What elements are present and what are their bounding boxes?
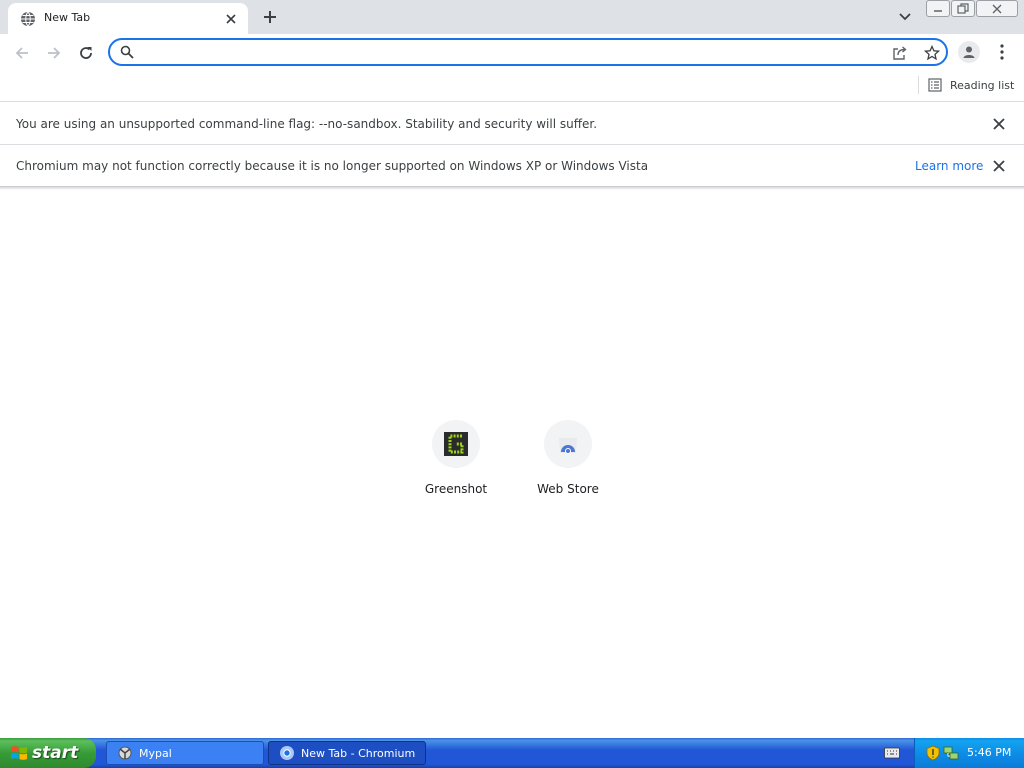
restore-button[interactable] bbox=[951, 0, 975, 17]
web-store-icon bbox=[559, 438, 577, 454]
taskbar-item-label: Mypal bbox=[139, 746, 172, 760]
window-close-button[interactable] bbox=[976, 0, 1018, 17]
start-button[interactable]: start bbox=[0, 738, 96, 768]
infobar-close-button[interactable] bbox=[990, 115, 1008, 133]
reading-list-icon bbox=[928, 78, 942, 92]
back-button[interactable] bbox=[10, 41, 34, 65]
tab-close-button[interactable] bbox=[222, 10, 240, 28]
reload-icon bbox=[80, 47, 92, 59]
shortcut-label: Web Store bbox=[537, 482, 599, 496]
system-tray: 5:46 PM bbox=[914, 738, 1024, 768]
infobar-message: Chromium may not function correctly beca… bbox=[16, 159, 649, 173]
profile-button[interactable] bbox=[958, 41, 980, 63]
new-tab-button[interactable] bbox=[258, 6, 282, 28]
infobar-close-button[interactable] bbox=[990, 157, 1008, 175]
shortcut-greenshot[interactable]: Greenshot bbox=[408, 418, 504, 514]
chromium-icon bbox=[280, 746, 294, 760]
mypal-icon bbox=[118, 746, 132, 760]
taskbar-item-label: New Tab - Chromium bbox=[301, 746, 416, 760]
infobar-message: You are using an unsupported command-lin… bbox=[16, 117, 598, 131]
minimize-button[interactable] bbox=[926, 0, 950, 17]
toolbar bbox=[0, 34, 1024, 70]
bookmark-star-button[interactable] bbox=[922, 43, 942, 63]
star-icon bbox=[924, 45, 940, 61]
minimize-icon bbox=[934, 9, 942, 12]
tab-strip: New Tab bbox=[0, 0, 1024, 34]
restore-icon bbox=[957, 3, 969, 14]
globe-icon bbox=[21, 11, 35, 27]
taskbar-item-chromium[interactable]: New Tab - Chromium bbox=[268, 741, 426, 765]
shortcut-icon-container bbox=[544, 420, 592, 468]
taskbar-item-mypal[interactable]: Mypal bbox=[106, 741, 264, 765]
start-label: start bbox=[32, 743, 79, 763]
omnibox-input[interactable] bbox=[142, 43, 882, 61]
infobar-no-sandbox: You are using an unsupported command-lin… bbox=[0, 103, 1024, 145]
close-icon bbox=[992, 4, 1002, 13]
avatar-icon bbox=[963, 46, 975, 58]
close-icon bbox=[993, 118, 1005, 130]
arrow-right-icon bbox=[48, 47, 61, 59]
kebab-menu-icon bbox=[1000, 44, 1004, 60]
forward-button[interactable] bbox=[42, 41, 66, 65]
close-icon bbox=[993, 160, 1005, 172]
tab-search-button[interactable] bbox=[894, 7, 916, 27]
plus-icon bbox=[264, 11, 276, 23]
clock[interactable]: 5:46 PM bbox=[967, 746, 1011, 759]
search-icon bbox=[120, 45, 134, 59]
chevron-down-icon bbox=[899, 13, 911, 21]
share-button[interactable] bbox=[890, 43, 910, 63]
taskbar: start Mypal New Tab - Chromium 5:46 PM bbox=[0, 738, 1024, 768]
shortcut-label: Greenshot bbox=[424, 482, 488, 496]
security-shield-icon[interactable] bbox=[925, 745, 941, 761]
bookmarks-bar: Reading list bbox=[0, 70, 1024, 102]
bookmarks-divider bbox=[918, 76, 919, 94]
menu-button[interactable] bbox=[992, 41, 1012, 63]
infobar-unsupported-os: Chromium may not function correctly beca… bbox=[0, 145, 1024, 187]
keyboard-icon[interactable] bbox=[884, 746, 900, 760]
window-controls bbox=[926, 0, 1018, 18]
reload-button[interactable] bbox=[74, 41, 98, 65]
shortcut-icon-container bbox=[432, 420, 480, 468]
arrow-left-icon bbox=[15, 47, 28, 59]
tab-new-tab[interactable]: New Tab bbox=[8, 3, 248, 34]
greenshot-icon bbox=[444, 432, 468, 456]
close-icon bbox=[226, 14, 236, 24]
reading-list-label: Reading list bbox=[950, 78, 1015, 92]
omnibox[interactable] bbox=[108, 38, 948, 66]
learn-more-link[interactable]: Learn more bbox=[915, 159, 983, 173]
reading-list-button[interactable]: Reading list bbox=[928, 75, 1014, 95]
windows-logo-icon bbox=[11, 746, 27, 760]
network-icon[interactable] bbox=[943, 745, 959, 761]
shortcut-web-store[interactable]: Web Store bbox=[520, 418, 616, 514]
share-icon bbox=[893, 46, 907, 60]
new-tab-page: Greenshot Web Store bbox=[0, 190, 1024, 738]
tab-title: New Tab bbox=[44, 11, 91, 24]
